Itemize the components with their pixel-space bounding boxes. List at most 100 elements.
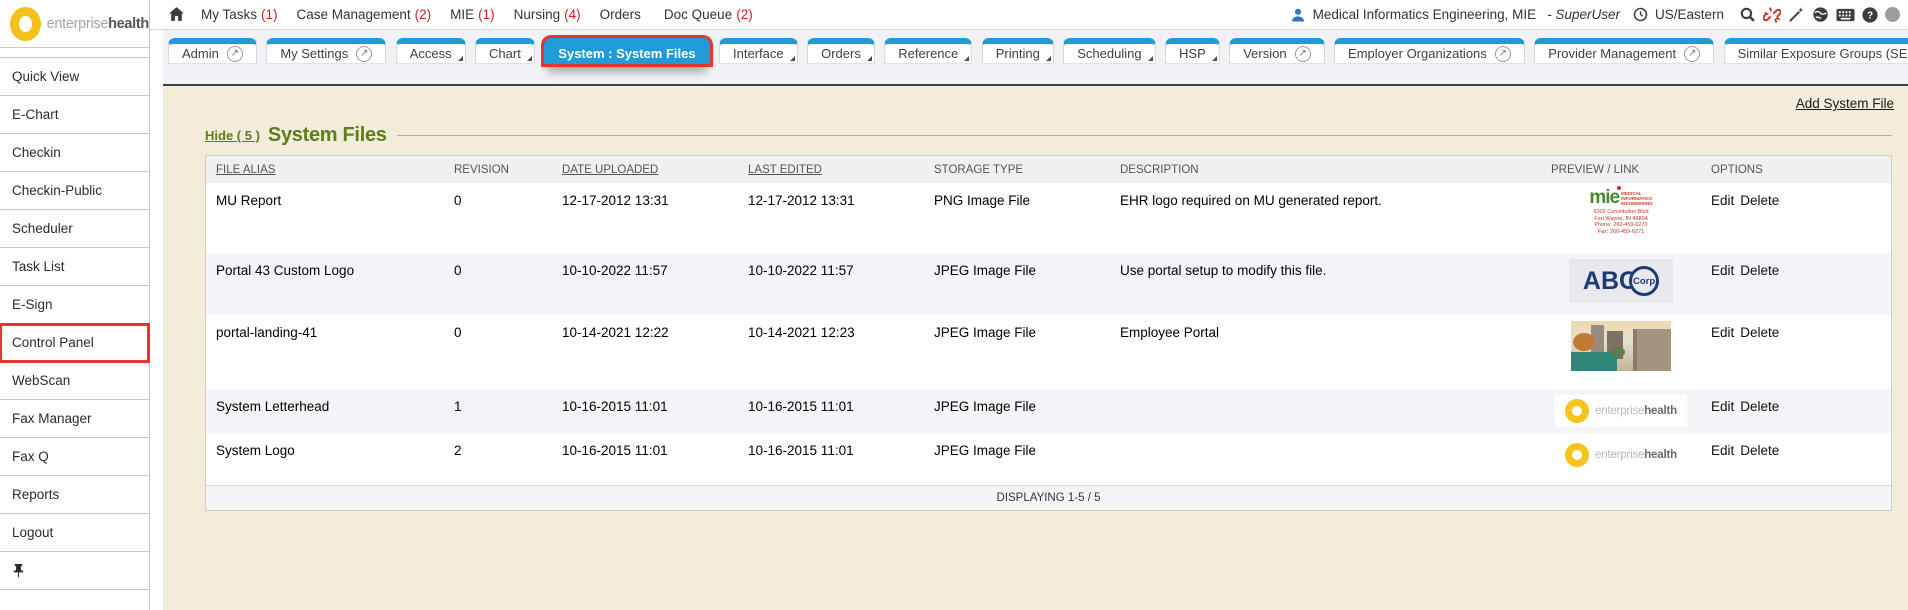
sidebar-item-quick-view[interactable]: Quick View <box>0 58 149 96</box>
cell-storage-type: JPEG Image File <box>924 253 1110 315</box>
user-name[interactable]: Medical Informatics Engineering, MIE <box>1313 7 1537 22</box>
cell-description: EHR logo required on MU generated report… <box>1110 183 1541 253</box>
sidebar-item-e-chart[interactable]: E-Chart <box>0 96 149 134</box>
keyboard-icon[interactable] <box>1836 8 1855 22</box>
delete-link[interactable]: Delete <box>1740 263 1779 278</box>
sidebar: enterprisehealth Quick View E-Chart Chec… <box>0 0 150 610</box>
edit-link[interactable]: Edit <box>1711 263 1734 278</box>
column-header-storage-type: STORAGE TYPE <box>924 156 1110 183</box>
top-navigation-bar: My Tasks(1) Case Management(2) MIE(1) Nu… <box>150 0 1908 30</box>
sidebar-item-webscan[interactable]: WebScan <box>0 362 149 400</box>
city-photo-preview[interactable] <box>1571 321 1671 371</box>
sidebar-item-control-panel[interactable]: Control Panel <box>0 324 149 362</box>
sidebar-item-scheduler[interactable]: Scheduler <box>0 210 149 248</box>
cell-revision: 1 <box>444 389 552 433</box>
column-header-last-edited[interactable]: LAST EDITED <box>738 156 924 183</box>
edit-link[interactable]: Edit <box>1711 325 1734 340</box>
sidebar-item-logout[interactable]: Logout <box>0 514 149 552</box>
cell-preview: mie MEDICAL INFORMATICS ENGINEERING 6302… <box>1541 183 1701 253</box>
brand-name: enterprisehealth <box>47 16 149 32</box>
cell-preview: enterprisehealth <box>1541 433 1701 485</box>
cell-storage-type: JPEG Image File <box>924 433 1110 485</box>
tab-printing[interactable]: Printing <box>982 38 1054 64</box>
cell-last-edited: 10-10-2022 11:57 <box>738 253 924 315</box>
nav-my-tasks[interactable]: My Tasks(1) <box>201 7 278 22</box>
sidebar-item-checkin-public[interactable]: Checkin-Public <box>0 172 149 210</box>
hide-toggle-link[interactable]: Hide ( 5 ) <box>205 128 260 143</box>
cell-storage-type: PNG Image File <box>924 183 1110 253</box>
tab-similar-exposure-groups[interactable]: Similar Exposure Groups (SEG <box>1724 38 1908 64</box>
cell-last-edited: 10-16-2015 11:01 <box>738 433 924 485</box>
popout-icon[interactable] <box>1495 46 1511 62</box>
sidebar-pin-toggle[interactable] <box>0 552 149 590</box>
tab-version[interactable]: Version <box>1229 38 1324 64</box>
cell-preview: enterprisehealth <box>1541 389 1701 433</box>
tab-provider-management[interactable]: Provider Management <box>1534 38 1714 64</box>
tab-access[interactable]: Access <box>396 38 466 64</box>
nav-doc-queue[interactable]: Doc Queue(2) <box>664 7 753 22</box>
sidebar-item-checkin[interactable]: Checkin <box>0 134 149 172</box>
edit-link[interactable]: Edit <box>1711 443 1734 458</box>
delete-link[interactable]: Delete <box>1740 443 1779 458</box>
column-header-date-uploaded[interactable]: DATE UPLOADED <box>552 156 738 183</box>
column-header-file-alias[interactable]: FILE ALIAS <box>206 156 444 183</box>
table-header-row: FILE ALIAS REVISION DATE UPLOADED LAST E… <box>206 156 1891 183</box>
popout-icon[interactable] <box>1684 46 1700 62</box>
enterprisehealth-sun-icon <box>1565 399 1589 423</box>
delete-link[interactable]: Delete <box>1740 325 1779 340</box>
delete-link[interactable]: Delete <box>1740 399 1779 414</box>
search-icon[interactable] <box>1739 6 1756 23</box>
popout-icon[interactable] <box>356 46 372 62</box>
cell-description: Employee Portal <box>1110 315 1541 389</box>
tab-reference[interactable]: Reference <box>884 38 972 64</box>
timezone-label[interactable]: US/Eastern <box>1655 7 1724 22</box>
cell-options: Edit Delete <box>1701 315 1891 389</box>
pushpin-icon <box>12 563 25 578</box>
sidebar-item-reports[interactable]: Reports <box>0 476 149 514</box>
popout-icon[interactable] <box>227 46 243 62</box>
sidebar-item-task-list[interactable]: Task List <box>0 248 149 286</box>
sidebar-item-e-sign[interactable]: E-Sign <box>0 286 149 324</box>
tab-orders[interactable]: Orders <box>807 38 875 64</box>
cell-storage-type: JPEG Image File <box>924 389 1110 433</box>
table-pagination-status: DISPLAYING 1-5 / 5 <box>206 485 1891 510</box>
magic-wand-icon[interactable] <box>1788 6 1805 23</box>
tab-admin[interactable]: Admin <box>168 38 257 64</box>
enterprisehealth-logo-preview[interactable]: enterprisehealth <box>1555 395 1687 427</box>
home-icon[interactable] <box>168 6 185 23</box>
globe-icon[interactable] <box>1812 6 1829 23</box>
broken-link-icon[interactable] <box>1763 6 1781 24</box>
cell-revision: 0 <box>444 253 552 315</box>
mie-logo-preview[interactable]: mie MEDICAL INFORMATICS ENGINEERING 6302… <box>1556 189 1686 247</box>
nav-orders[interactable]: Orders <box>600 7 645 22</box>
cell-last-edited: 10-14-2021 12:23 <box>738 315 924 389</box>
cell-date-uploaded: 10-16-2015 11:01 <box>552 389 738 433</box>
tab-employer-organizations[interactable]: Employer Organizations <box>1334 38 1525 64</box>
sidebar-item-fax-manager[interactable]: Fax Manager <box>0 400 149 438</box>
tab-interface[interactable]: Interface <box>719 38 798 64</box>
edit-link[interactable]: Edit <box>1711 193 1734 208</box>
delete-link[interactable]: Delete <box>1740 193 1779 208</box>
cell-options: Edit Delete <box>1701 433 1891 485</box>
table-row: System Logo 2 10-16-2015 11:01 10-16-201… <box>206 433 1891 485</box>
tab-scheduling[interactable]: Scheduling <box>1063 38 1155 64</box>
enterprisehealth-sun-icon <box>1565 443 1589 467</box>
nav-case-management[interactable]: Case Management(2) <box>297 7 432 22</box>
column-header-preview-link: PREVIEW / LINK <box>1541 156 1701 183</box>
tab-chart[interactable]: Chart <box>475 38 535 64</box>
sidebar-item-fax-q[interactable]: Fax Q <box>0 438 149 476</box>
tab-hsp[interactable]: HSP <box>1165 38 1220 64</box>
add-system-file-link[interactable]: Add System File <box>1796 96 1894 111</box>
nav-nursing[interactable]: Nursing(4) <box>514 7 581 22</box>
nav-mie[interactable]: MIE(1) <box>450 7 495 22</box>
enterprisehealth-logo-preview[interactable]: enterprisehealth <box>1555 439 1687 471</box>
abc-corp-logo-preview[interactable]: ABC Corp <box>1569 259 1673 303</box>
help-icon[interactable]: ? <box>1862 7 1878 23</box>
tab-my-settings[interactable]: My Settings <box>266 38 386 64</box>
tab-system-system-files[interactable]: System : System Files <box>544 38 709 64</box>
edit-link[interactable]: Edit <box>1711 399 1734 414</box>
enterprisehealth-sun-icon <box>10 7 41 41</box>
popout-icon[interactable] <box>1295 46 1311 62</box>
table-row: System Letterhead 1 10-16-2015 11:01 10-… <box>206 389 1891 433</box>
cell-description: Use portal setup to modify this file. <box>1110 253 1541 315</box>
